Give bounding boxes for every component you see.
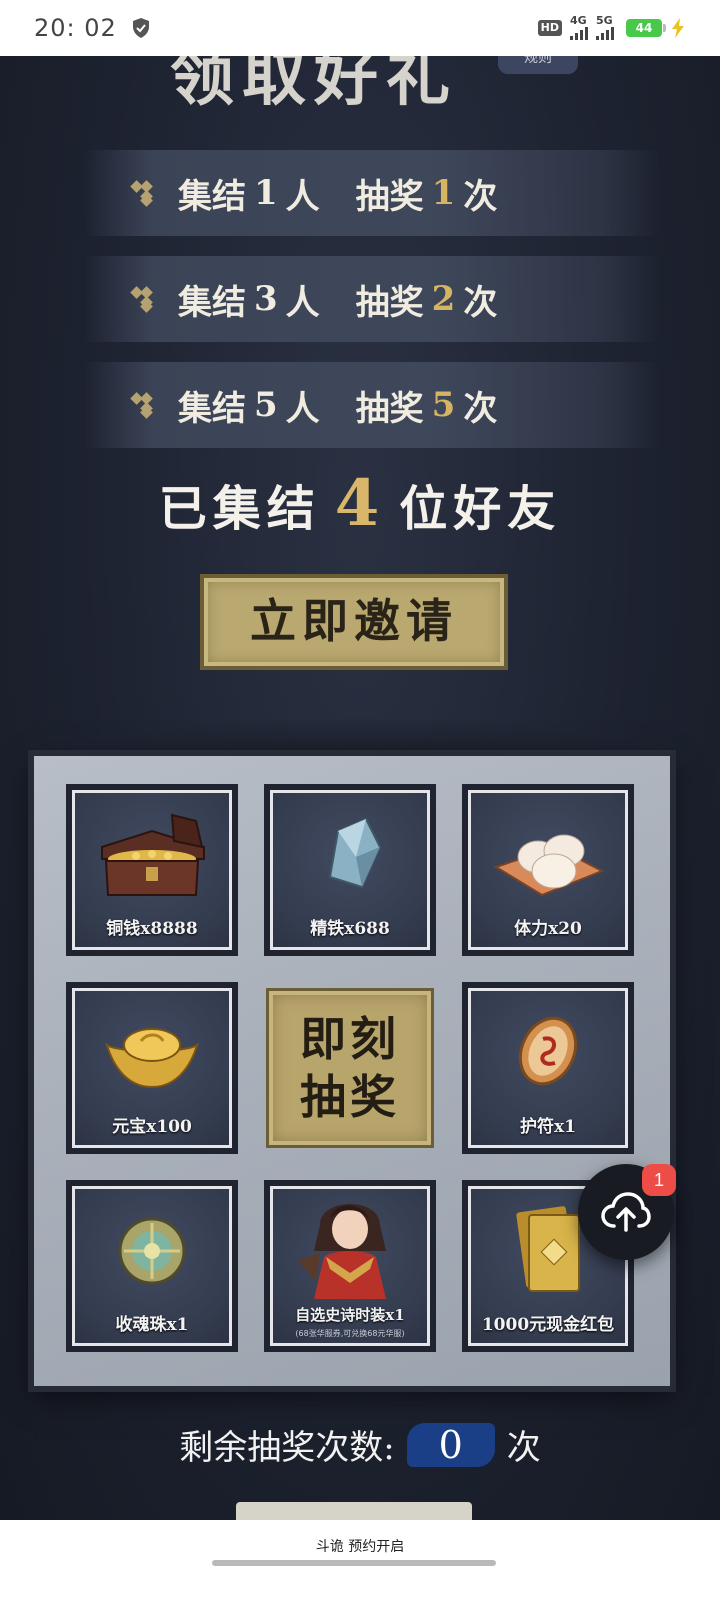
- home-indicator[interactable]: [212, 1560, 496, 1566]
- prize-ingot: 元宝x100: [66, 982, 238, 1154]
- gold-ingot-icon: [105, 1028, 199, 1089]
- shield-icon: [132, 18, 149, 38]
- signal-5g-icon: 5G: [596, 15, 614, 40]
- battery-icon: 44: [626, 19, 666, 37]
- invite-now-button[interactable]: 立即邀请: [200, 574, 508, 670]
- gathered-count: 4: [334, 466, 386, 541]
- upload-badge: 1: [642, 1164, 676, 1196]
- diamond-icon: [136, 394, 158, 416]
- status-icons: HD 4G 5G 44: [537, 15, 686, 40]
- tier-row: 集结 3 人 抽奖 2 次: [84, 256, 660, 342]
- prize-label: 精铁x688: [310, 919, 390, 939]
- prize-label: 元宝x100: [112, 1117, 192, 1137]
- steamed-buns-icon: [493, 834, 605, 897]
- prize-label: 铜钱x8888: [106, 919, 198, 939]
- prize-label: 体力x20: [514, 919, 582, 939]
- iron-ore-icon: [328, 817, 382, 889]
- prize-label: 1000元现金红包: [481, 1315, 615, 1335]
- prize-talisman: 护符x1: [462, 982, 634, 1154]
- footer-text[interactable]: 斗诡 预约开启: [316, 1536, 404, 1556]
- remaining-draws: 剩余抽奖次数: 0 次: [179, 1422, 541, 1468]
- prize-sublabel: (68张华服券,可兑换68元华服): [295, 1329, 405, 1338]
- prize-label: 收魂珠x1: [115, 1315, 189, 1335]
- draw-now-button[interactable]: 即刻 抽奖: [266, 988, 434, 1148]
- prize-board: 铜钱x8888 精铁x688 体力x20 元宝x100 即刻 抽奖 护符x1 收…: [34, 756, 670, 1386]
- soul-orb-icon: [118, 1217, 186, 1285]
- talisman-icon: [518, 1016, 578, 1086]
- prize-label: 护符x1: [520, 1117, 576, 1137]
- tier-row: 集结 1 人 抽奖 1 次: [84, 150, 660, 236]
- hd-badge: HD: [537, 20, 562, 36]
- charging-icon: [672, 18, 684, 38]
- event-page: 领取好礼 规则 集结 1 人 抽奖 1 次 集结 3 人 抽奖 2 次 集结 5…: [0, 56, 720, 1520]
- treasure-chest-icon: [101, 813, 205, 896]
- diamond-icon: [136, 288, 158, 310]
- character-portrait-icon: [298, 1204, 386, 1299]
- status-time: 20: 02: [34, 14, 117, 42]
- gathered-friends-text: 已集结 4 位好友: [158, 466, 562, 541]
- prize-refined-iron: 精铁x688: [264, 784, 436, 956]
- signal-4g-icon: 4G: [570, 15, 588, 40]
- page-title: 领取好礼: [170, 56, 458, 106]
- diamond-icon: [136, 182, 158, 204]
- tier-row: 集结 5 人 抽奖 5 次: [84, 362, 660, 448]
- prize-soul-orb: 收魂珠x1: [66, 1180, 238, 1352]
- prize-epic-costume: 自选史诗时装x1 (68张华服券,可兑换68元华服): [264, 1180, 436, 1352]
- prize-copper-coins: 铜钱x8888: [66, 784, 238, 956]
- remaining-draws-value: 0: [406, 1422, 495, 1467]
- rules-button[interactable]: 规则: [498, 56, 578, 74]
- prize-stamina: 体力x20: [462, 784, 634, 956]
- status-bar: 20: 02 HD 4G 5G 44: [0, 0, 720, 56]
- prize-label: 自选史诗时装x1: [295, 1306, 405, 1324]
- cloud-upload-icon: [601, 1192, 651, 1232]
- next-section-banner: [236, 1502, 472, 1520]
